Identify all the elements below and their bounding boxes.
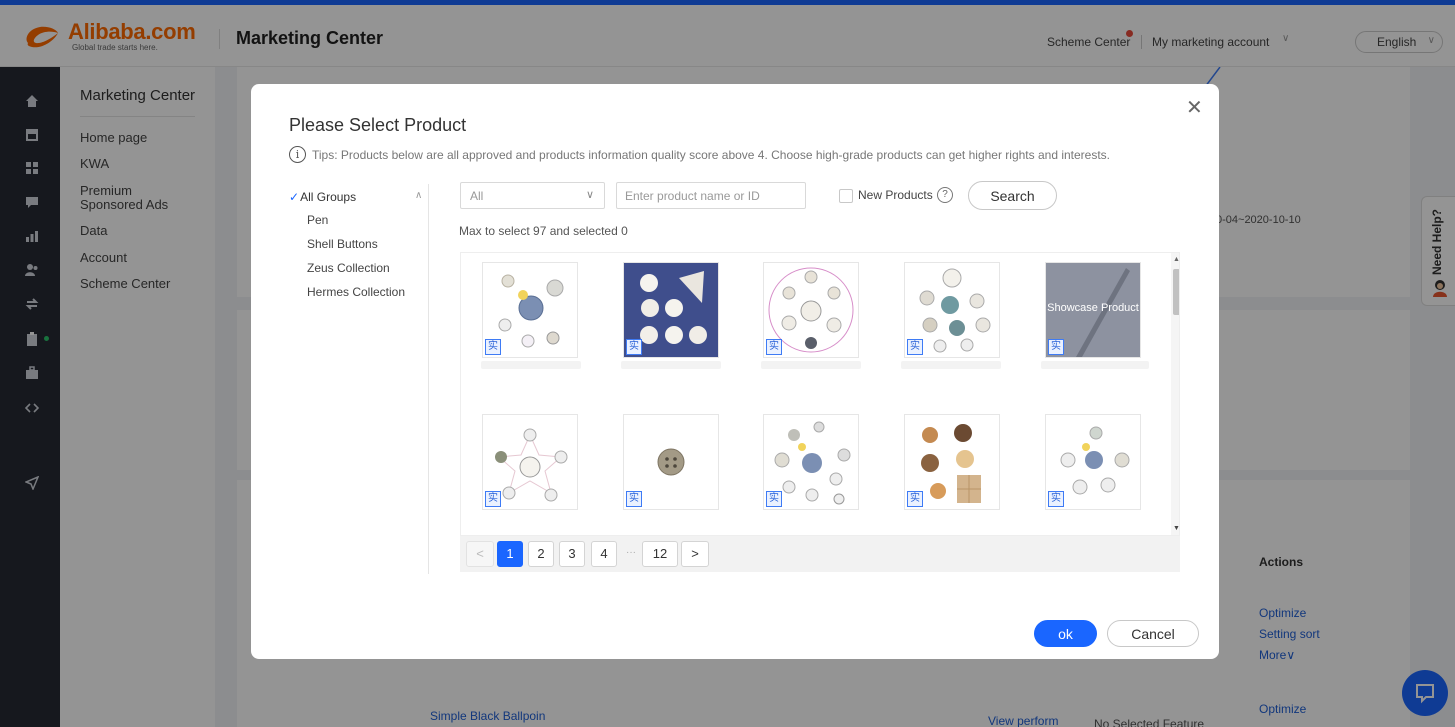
page-1-button[interactable]: 1 — [497, 541, 523, 567]
product-caption — [481, 361, 581, 369]
verified-badge: 实 — [1048, 491, 1064, 507]
pagination-ellipsis: ··· — [626, 547, 636, 558]
new-products-checkbox[interactable] — [839, 189, 853, 203]
info-icon: i — [289, 146, 306, 163]
product-tile[interactable]: 实 — [482, 262, 578, 358]
product-caption — [1041, 361, 1149, 369]
group-item-pen[interactable]: Pen — [307, 213, 328, 227]
prev-page-button[interactable]: < — [466, 541, 494, 567]
grid-scrollbar[interactable]: ▲ ▼ — [1171, 253, 1179, 535]
group-select[interactable]: All ∨ — [460, 182, 605, 209]
select-product-dialog: ✕ Please Select Product i Tips: Products… — [251, 84, 1219, 659]
page-2-button[interactable]: 2 — [528, 541, 554, 567]
scrollbar-thumb[interactable] — [1173, 269, 1179, 315]
verified-badge: 实 — [485, 491, 501, 507]
product-tile[interactable]: 实 — [1045, 414, 1141, 510]
verified-badge: 实 — [626, 339, 642, 355]
product-caption — [621, 361, 721, 369]
help-icon[interactable]: ? — [937, 187, 953, 203]
cancel-button[interactable]: Cancel — [1107, 620, 1199, 647]
product-tile[interactable]: 实 — [482, 414, 578, 510]
selection-limit-text: Max to select 97 and selected 0 — [459, 224, 628, 238]
verified-badge: 实 — [766, 339, 782, 355]
verified-badge: 实 — [626, 491, 642, 507]
product-tile[interactable]: 实 — [623, 262, 719, 358]
product-tile[interactable]: 实 — [623, 414, 719, 510]
group-all[interactable]: ✓All Groups — [289, 190, 356, 204]
product-caption — [761, 361, 861, 369]
product-tile[interactable]: 实 — [763, 262, 859, 358]
chevron-up-icon[interactable]: ∧ — [415, 190, 422, 201]
group-select-value: All — [470, 189, 484, 203]
scroll-up-icon[interactable]: ▲ — [1173, 256, 1179, 263]
product-tile[interactable]: 实 — [904, 414, 1000, 510]
ok-button[interactable]: ok — [1034, 620, 1097, 647]
page-12-button[interactable]: 12 — [642, 541, 678, 567]
group-all-label: All Groups — [300, 190, 357, 204]
next-page-button[interactable]: > — [681, 541, 709, 567]
chevron-down-icon: ∨ — [585, 189, 594, 201]
product-groups: ✓All Groups ∧ Pen Shell Buttons Zeus Col… — [289, 184, 429, 574]
product-tile[interactable]: 实 — [904, 262, 1000, 358]
new-products-label[interactable]: New Products — [858, 188, 933, 202]
tip-text: Tips: Products below are all approved an… — [312, 148, 1111, 162]
verified-badge: 实 — [766, 491, 782, 507]
group-item-shell-buttons[interactable]: Shell Buttons — [307, 237, 378, 251]
product-tile[interactable]: Showcase Product 实 — [1045, 262, 1141, 358]
scroll-down-icon[interactable]: ▼ — [1173, 525, 1179, 532]
product-grid: 实 实 实 实 Showcase Product 实 实 实 实 实 实 ▲ ▼ — [460, 252, 1180, 536]
product-caption — [901, 361, 1001, 369]
pagination: < 1 2 3 4 ··· 12 > — [460, 536, 1180, 572]
group-item-hermes-collection[interactable]: Hermes Collection — [307, 285, 405, 299]
product-tile[interactable]: 实 — [763, 414, 859, 510]
close-icon[interactable]: ✕ — [1186, 98, 1203, 118]
search-button[interactable]: Search — [968, 181, 1057, 210]
page-3-button[interactable]: 3 — [559, 541, 585, 567]
verified-badge: 实 — [907, 339, 923, 355]
page-4-button[interactable]: 4 — [591, 541, 617, 567]
product-search-input[interactable] — [616, 182, 806, 209]
verified-badge: 实 — [907, 491, 923, 507]
check-icon: ✓ — [289, 190, 300, 204]
verified-badge: 实 — [485, 339, 501, 355]
verified-badge: 实 — [1048, 339, 1064, 355]
showcase-label: Showcase Product — [1047, 302, 1139, 314]
dialog-title: Please Select Product — [289, 115, 467, 135]
group-item-zeus-collection[interactable]: Zeus Collection — [307, 261, 390, 275]
